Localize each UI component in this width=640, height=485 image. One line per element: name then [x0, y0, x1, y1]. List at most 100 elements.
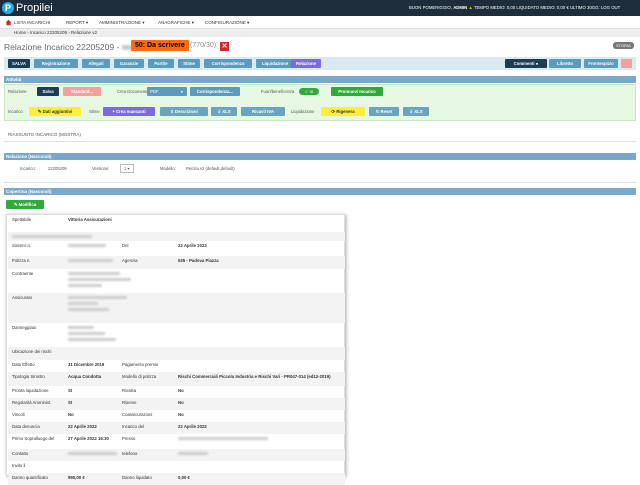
redacted-value	[68, 452, 117, 455]
row-label: Riserve	[122, 400, 137, 405]
tab-registrazione[interactable]: Registrazione	[34, 59, 78, 68]
section-relazione[interactable]: Relazione (Nascondi)	[4, 153, 636, 160]
table-row: Ubicazione dei rischi	[8, 347, 345, 360]
nav-lista-incarichi[interactable]: LISTA INCARICHI	[14, 16, 50, 29]
nav-amministrazione[interactable]: AMMINISTRAZIONE ▾	[99, 16, 145, 29]
liquidazione-label: Liquidazione	[291, 109, 315, 114]
divider	[4, 141, 636, 142]
section-copertina[interactable]: Copertina (Nascondi)	[4, 188, 636, 195]
tab-corrispondenza[interactable]: Corrispondenza	[204, 59, 252, 68]
modifica-button[interactable]: ✎ Modifica	[6, 200, 44, 209]
redacted-value	[178, 452, 208, 455]
redacted-value	[68, 308, 109, 311]
top-bar: P Propilei BUON POMERIGGIO, ADMIN ▲ TEMP…	[0, 0, 640, 16]
tab-relazione[interactable]: Relazione	[291, 59, 321, 68]
redacted-address	[12, 235, 92, 238]
corrispondenza-button[interactable]: Corrispondenza...	[190, 87, 240, 96]
incarico-value: 22205209	[48, 166, 67, 171]
attivita-panel: Relazione Salva Standard... Crea Documen…	[4, 84, 636, 121]
fuori-label: Fuori/beneficenza	[261, 89, 295, 94]
tab-stime[interactable]: Stime	[178, 59, 200, 68]
xls2-button[interactable]: ⇩ XLS	[403, 107, 429, 116]
row-label: Presso	[122, 436, 136, 441]
row-label: Data denuncia	[12, 424, 40, 429]
storia-button[interactable]: STORIA	[613, 42, 634, 49]
row-label: Rivalsa	[122, 388, 137, 393]
tab-garanzie[interactable]: Garanzie	[114, 59, 144, 68]
nav-anagrafiche[interactable]: ANAGRAFICHE ▾	[158, 16, 194, 29]
incarico-label-rel: Incarico:	[20, 166, 36, 171]
logout-link[interactable]: LOG OUT	[601, 5, 620, 10]
tab-liquidazione[interactable]: Liquidazione	[256, 59, 294, 68]
nav-configurazione[interactable]: CONFIGURAZIONE ▾	[205, 16, 249, 29]
nav-report[interactable]: REPORT ▾	[66, 16, 88, 29]
frontespizio-button[interactable]: Frontespizio	[584, 59, 618, 68]
status-badge[interactable]: 50: Da scrivere	[131, 40, 189, 51]
table-row: Polizza n. Agenzia 535 - Padova Piazza	[8, 256, 345, 269]
redacted-value	[68, 244, 106, 247]
table-row: Contraente	[8, 269, 345, 293]
descrizioni-button[interactable]: ⇩ Descrizioni	[160, 107, 208, 116]
riassunto-toggle[interactable]: RIASSUNTO INCARICO (MOSTRA)	[8, 131, 81, 138]
row-label: Agenzia	[122, 258, 138, 263]
brand-name: Propilei	[16, 2, 53, 14]
row-label: Danno liquidato	[122, 475, 152, 480]
row-value: 22 Aprile 2022	[178, 243, 207, 248]
redacted-value	[68, 272, 120, 275]
commenti-button[interactable]: Commenti ●	[505, 59, 547, 68]
save-button[interactable]: SALVA	[8, 59, 30, 68]
tab-partite[interactable]: Partite	[148, 59, 174, 68]
table-row: Data Effetto 31 Dicembre 2019 Pagamento pr…	[8, 360, 345, 372]
row-label: Pronta liquidazione	[12, 388, 49, 393]
bell-icon[interactable]: ▲	[468, 5, 472, 10]
row-label: Danneggiato	[12, 325, 37, 330]
table-row: Assicurato	[8, 293, 345, 323]
row-label: Pagamento premio	[122, 362, 159, 367]
row-value: Rischi Commerciali Piccola Industria e R…	[178, 374, 331, 379]
crea-mancanti-button[interactable]: + Crea mancanti	[103, 107, 155, 116]
modello-label: Modello:	[160, 166, 176, 171]
row-label: telefono	[122, 451, 138, 456]
promuovi-incarico-button[interactable]: Promuovi Incarico	[331, 87, 383, 96]
rigenera-button[interactable]: ⟳ Rigenera	[321, 107, 365, 116]
relazione-label: Relazione	[8, 89, 27, 94]
row-value: 535 - Padova Piazza	[178, 258, 219, 263]
table-row: Sinistro n. Del 22 Aprile 2022	[8, 241, 345, 256]
close-icon[interactable]: ✕	[220, 42, 229, 51]
table-row: Vincoli No Coassicurazioni No	[8, 410, 345, 422]
salva-button[interactable]: Salva	[37, 87, 59, 96]
standard-button[interactable]: Standard...	[63, 87, 101, 96]
tab-allegati[interactable]: Allegati	[82, 59, 110, 68]
row-label: Coassicurazioni	[122, 412, 153, 417]
table-row: Danneggiato	[8, 323, 345, 347]
libretto-button[interactable]: Libretto	[549, 59, 581, 68]
propilei-logo-icon: P	[2, 2, 14, 14]
row-value: 22 Aprile 2022	[68, 424, 97, 429]
row-label: Spettabile	[12, 217, 32, 222]
row-value: No	[178, 388, 184, 393]
row-value: No	[68, 412, 74, 417]
xls-button[interactable]: ⇩ XLS	[211, 107, 237, 116]
reset-button[interactable]: ↻ Reset	[369, 107, 399, 116]
fuori-toggle[interactable]: ✓ SI	[299, 88, 319, 95]
dati-aggiuntivi-button[interactable]: ✎ Dati aggiuntivi	[29, 107, 81, 116]
table-row: Contatto telefono	[8, 449, 345, 461]
row-value: No	[178, 412, 184, 417]
copertina-card: Spettabile Vittoria Assicurazioni Sinistro…	[6, 214, 345, 485]
relazione-row: Incarico: 22205209 Versione: 1 ▾ Modello…	[4, 161, 636, 179]
row-label: Ubicazione dei rischi	[12, 349, 52, 354]
row-value: Vittoria Assicurazioni	[68, 217, 112, 222]
row-label: Tipologia Sinistro	[12, 374, 45, 379]
ricavi-iva-button[interactable]: Ricavi/ IVA	[241, 107, 285, 116]
extra-button[interactable]	[621, 59, 632, 68]
home-icon[interactable]	[5, 19, 12, 26]
row-label: Polizza n.	[12, 258, 31, 263]
versione-select[interactable]: 1 ▾	[120, 164, 134, 173]
modello-value[interactable]: Perizia v2 (default,default)	[186, 164, 235, 173]
format-select[interactable]: PDF ▾	[147, 87, 187, 96]
row-value: 990,00 €	[68, 475, 85, 480]
row-label: Vincoli	[12, 412, 25, 417]
table-row: Data denuncia 22 Aprile 2022 Incarico del 2…	[8, 422, 345, 434]
section-attivita[interactable]: Attività	[4, 76, 636, 83]
row-label: Regolarità Amminist.	[12, 400, 52, 405]
